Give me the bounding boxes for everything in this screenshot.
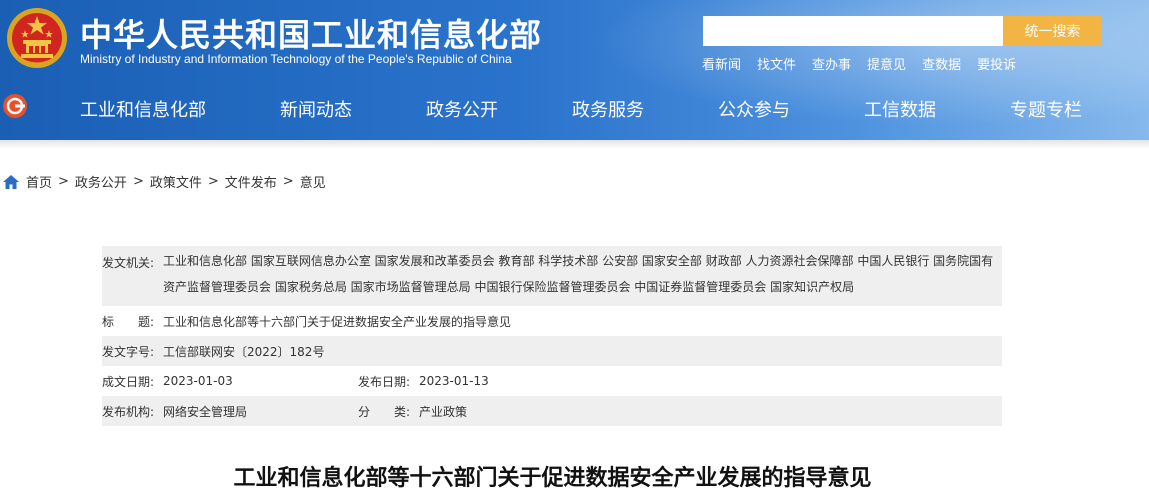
meta-row-dates: 成文日期: 2023-01-03 发布日期: 2023-01-13 <box>102 366 1002 396</box>
quick-link-files[interactable]: 找文件 <box>757 54 796 73</box>
quick-link-complaint[interactable]: 要投诉 <box>977 54 1016 73</box>
meta-doc-no-value: 工信部联网安〔2022〕182号 <box>163 344 325 359</box>
meta-issuer-value: 工业和信息化部 国家互联网信息办公室 国家发展和改革委员会 教育部 科学技术部 … <box>163 254 994 294</box>
home-icon <box>3 174 19 189</box>
meta-category: 分 类: 产业政策 <box>358 403 467 420</box>
site-title[interactable]: 中华人民共和国工业和信息化部 <box>80 10 542 56</box>
nav-item-topics[interactable]: 专题专栏 <box>1010 96 1082 122</box>
quick-link-news[interactable]: 看新闻 <box>702 54 741 73</box>
breadcrumb-opinions[interactable]: 意见 <box>300 172 326 191</box>
nav-item-data[interactable]: 工信数据 <box>864 96 1010 122</box>
national-emblem-icon[interactable] <box>5 6 69 70</box>
nav-item-miit[interactable]: 工业和信息化部 <box>80 96 280 122</box>
nav-item-gov-services[interactable]: 政务服务 <box>572 96 718 122</box>
search-button[interactable]: 统一搜索 <box>1003 16 1102 46</box>
meta-category-label: 分 类: <box>358 404 411 419</box>
main-nav: 工业和信息化部 新闻动态 政务公开 政务服务 公众参与 工信数据 专题专栏 <box>80 96 1082 122</box>
meta-written-date: 成文日期: 2023-01-03 <box>102 373 358 390</box>
nav-item-gov-affairs[interactable]: 政务公开 <box>426 96 572 122</box>
meta-publisher-label: 发布机构: <box>102 404 155 419</box>
ministry-logo-icon[interactable] <box>2 93 28 119</box>
meta-row-publisher: 发布机构: 网络安全管理局 分 类: 产业政策 <box>102 396 1002 426</box>
site-header: 中华人民共和国工业和信息化部 Ministry of Industry and … <box>0 0 1149 140</box>
meta-row-doc-no: 发文字号: 工信部联网安〔2022〕182号 <box>102 336 1002 366</box>
meta-written-date-value: 2023-01-03 <box>163 374 233 388</box>
search-input[interactable] <box>703 16 1003 46</box>
breadcrumb-separator: > <box>132 174 144 189</box>
meta-row-title: 标 题: 工业和信息化部等十六部门关于促进数据安全产业发展的指导意见 <box>102 306 1002 336</box>
nav-item-news[interactable]: 新闻动态 <box>280 96 426 122</box>
meta-title-label: 标 题: <box>102 314 155 329</box>
breadcrumb-policy-files[interactable]: 政策文件 <box>150 172 202 191</box>
meta-publish-date-value: 2023-01-13 <box>419 374 489 388</box>
breadcrumb: 首页 > 政务公开 > 政策文件 > 文件发布 > 意见 <box>3 172 326 191</box>
meta-publisher-value: 网络安全管理局 <box>163 404 248 419</box>
header-shadow <box>0 140 1149 149</box>
quick-link-feedback[interactable]: 提意见 <box>867 54 906 73</box>
meta-row-issuer: 发文机关: 工业和信息化部 国家互联网信息办公室 国家发展和改革委员会 教育部 … <box>102 246 1002 306</box>
meta-publish-date: 发布日期: 2023-01-13 <box>358 373 489 390</box>
site-subtitle: Ministry of Industry and Information Tec… <box>80 52 512 66</box>
meta-written-date-label: 成文日期: <box>102 374 155 389</box>
breadcrumb-home[interactable]: 首页 <box>26 172 52 191</box>
quick-link-services[interactable]: 查办事 <box>812 54 851 73</box>
meta-title-value: 工业和信息化部等十六部门关于促进数据安全产业发展的指导意见 <box>163 314 512 329</box>
meta-doc-no-label: 发文字号: <box>102 344 155 359</box>
article-title: 工业和信息化部等十六部门关于促进数据安全产业发展的指导意见 <box>233 466 872 491</box>
document-meta-table: 发文机关: 工业和信息化部 国家互联网信息办公室 国家发展和改革委员会 教育部 … <box>102 246 1002 426</box>
breadcrumb-separator: > <box>58 174 69 189</box>
breadcrumb-gov-affairs[interactable]: 政务公开 <box>75 172 127 191</box>
nav-item-participation[interactable]: 公众参与 <box>718 96 864 122</box>
quick-link-data[interactable]: 查数据 <box>922 54 961 73</box>
breadcrumb-separator: > <box>282 174 294 189</box>
meta-issuer-label: 发文机关: <box>102 256 155 270</box>
meta-publisher: 发布机构: 网络安全管理局 <box>102 403 358 420</box>
breadcrumb-separator: > <box>207 174 219 189</box>
quick-links: 看新闻 找文件 查办事 提意见 查数据 要投诉 <box>702 54 1016 73</box>
breadcrumb-file-release[interactable]: 文件发布 <box>225 172 277 191</box>
meta-category-value: 产业政策 <box>419 404 468 419</box>
meta-publish-date-label: 发布日期: <box>358 374 411 389</box>
